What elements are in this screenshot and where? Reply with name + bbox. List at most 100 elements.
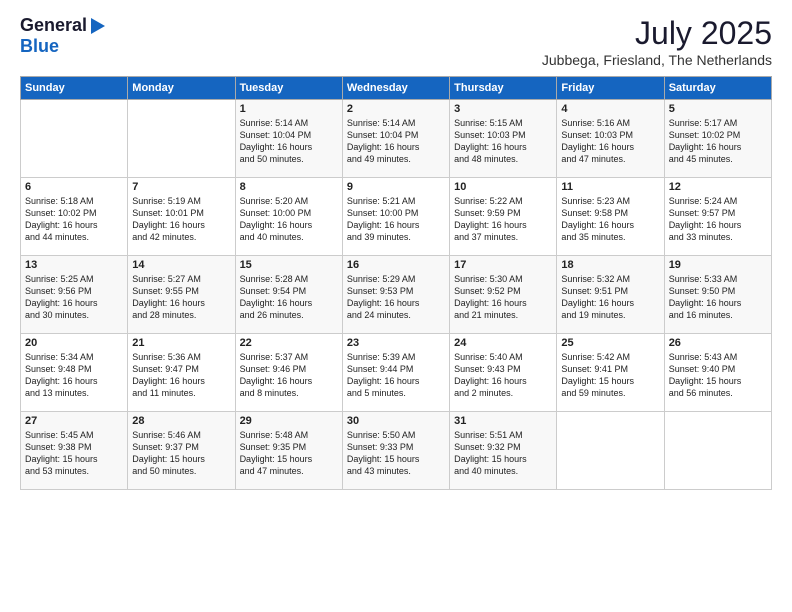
calendar-cell: 7 Sunrise: 5:19 AM Sunset: 10:01 PM Dayli… [128, 178, 235, 256]
day-number: 22 [240, 337, 338, 349]
calendar-cell [128, 100, 235, 178]
day-number: 30 [347, 415, 445, 427]
calendar-page: General Blue July 2025 Jubbega, Frieslan… [0, 0, 792, 612]
calendar-cell: 24 Sunrise: 5:40 AM Sunset: 9:43 PM Dayli… [450, 334, 557, 412]
cell-sun-info: Sunrise: 5:18 AM Sunset: 10:02 PM Daylig… [25, 195, 123, 244]
calendar-cell: 26Sunrise: 5:43 AM Sunset: 9:40 PM Dayli… [664, 334, 771, 412]
calendar-cell: 21Sunrise: 5:36 AM Sunset: 9:47 PM Dayli… [128, 334, 235, 412]
calendar-cell: 30 Sunrise: 5:50 AM Sunset: 9:33 PM Dayli… [342, 412, 449, 490]
day-number: 5 [669, 103, 767, 115]
cell-sun-info: Sunrise: 5:23 AM Sunset: 9:58 PM Dayligh… [561, 195, 659, 244]
cell-sun-info: Sunrise: 5:36 AM Sunset: 9:47 PM Dayligh… [132, 351, 230, 400]
cell-sun-info: Sunrise: 5:14 AM Sunset: 10:04 PM Daylig… [347, 117, 445, 166]
cell-sun-info: Sunrise: 5:46 AM Sunset: 9:37 PM Dayligh… [132, 429, 230, 478]
logo-general-text: General [20, 15, 87, 36]
calendar-cell: 22 Sunrise: 5:37 AM Sunset: 9:46 PM Dayli… [235, 334, 342, 412]
calendar-cell: 29 Sunrise: 5:48 AM Sunset: 9:35 PM Dayli… [235, 412, 342, 490]
day-number: 16 [347, 259, 445, 271]
calendar-cell: 15Sunrise: 5:28 AM Sunset: 9:54 PM Dayli… [235, 256, 342, 334]
cell-sun-info: Sunrise: 5:50 AM Sunset: 9:33 PM Dayligh… [347, 429, 445, 478]
cell-sun-info: Sunrise: 5:19 AM Sunset: 10:01 PM Daylig… [132, 195, 230, 244]
cell-sun-info: Sunrise: 5:34 AM Sunset: 9:48 PM Dayligh… [25, 351, 123, 400]
cell-sun-info: Sunrise: 5:17 AM Sunset: 10:02 PM Daylig… [669, 117, 767, 166]
day-number: 25 [561, 337, 659, 349]
calendar-table: SundayMondayTuesdayWednesdayThursdayFrid… [20, 76, 772, 490]
cell-sun-info: Sunrise: 5:24 AM Sunset: 9:57 PM Dayligh… [669, 195, 767, 244]
day-number: 9 [347, 181, 445, 193]
day-number: 31 [454, 415, 552, 427]
day-number: 17 [454, 259, 552, 271]
cell-sun-info: Sunrise: 5:48 AM Sunset: 9:35 PM Dayligh… [240, 429, 338, 478]
cell-sun-info: Sunrise: 5:16 AM Sunset: 10:03 PM Daylig… [561, 117, 659, 166]
cell-sun-info: Sunrise: 5:15 AM Sunset: 10:03 PM Daylig… [454, 117, 552, 166]
calendar-cell: 13 Sunrise: 5:25 AM Sunset: 9:56 PM Dayli… [21, 256, 128, 334]
weekday-header: Monday [128, 77, 235, 100]
calendar-week-row: 6 Sunrise: 5:18 AM Sunset: 10:02 PM Dayli… [21, 178, 772, 256]
calendar-cell: 8 Sunrise: 5:20 AM Sunset: 10:00 PM Dayli… [235, 178, 342, 256]
cell-sun-info: Sunrise: 5:33 AM Sunset: 9:50 PM Dayligh… [669, 273, 767, 322]
cell-sun-info: Sunrise: 5:21 AM Sunset: 10:00 PM Daylig… [347, 195, 445, 244]
day-number: 2 [347, 103, 445, 115]
day-number: 8 [240, 181, 338, 193]
day-number: 4 [561, 103, 659, 115]
day-number: 27 [25, 415, 123, 427]
header: General Blue July 2025 Jubbega, Frieslan… [20, 15, 772, 68]
calendar-week-row: 27 Sunrise: 5:45 AM Sunset: 9:38 PM Dayli… [21, 412, 772, 490]
calendar-cell: 10 Sunrise: 5:22 AM Sunset: 9:59 PM Dayli… [450, 178, 557, 256]
calendar-cell: 23 Sunrise: 5:39 AM Sunset: 9:44 PM Dayli… [342, 334, 449, 412]
cell-sun-info: Sunrise: 5:51 AM Sunset: 9:32 PM Dayligh… [454, 429, 552, 478]
cell-sun-info: Sunrise: 5:40 AM Sunset: 9:43 PM Dayligh… [454, 351, 552, 400]
day-number: 6 [25, 181, 123, 193]
cell-sun-info: Sunrise: 5:37 AM Sunset: 9:46 PM Dayligh… [240, 351, 338, 400]
calendar-cell: 19 Sunrise: 5:33 AM Sunset: 9:50 PM Dayli… [664, 256, 771, 334]
day-number: 20 [25, 337, 123, 349]
calendar-cell: 6 Sunrise: 5:18 AM Sunset: 10:02 PM Dayli… [21, 178, 128, 256]
day-number: 10 [454, 181, 552, 193]
cell-sun-info: Sunrise: 5:20 AM Sunset: 10:00 PM Daylig… [240, 195, 338, 244]
weekday-header: Saturday [664, 77, 771, 100]
calendar-cell: 31 Sunrise: 5:51 AM Sunset: 9:32 PM Dayli… [450, 412, 557, 490]
cell-sun-info: Sunrise: 5:28 AM Sunset: 9:54 PM Dayligh… [240, 273, 338, 322]
day-number: 23 [347, 337, 445, 349]
calendar-cell: 25 Sunrise: 5:42 AM Sunset: 9:41 PM Dayli… [557, 334, 664, 412]
cell-sun-info: Sunrise: 5:32 AM Sunset: 9:51 PM Dayligh… [561, 273, 659, 322]
logo: General Blue [20, 15, 105, 57]
logo-arrow-icon [91, 18, 105, 34]
day-number: 19 [669, 259, 767, 271]
calendar-week-row: 20 Sunrise: 5:34 AM Sunset: 9:48 PM Dayli… [21, 334, 772, 412]
cell-sun-info: Sunrise: 5:39 AM Sunset: 9:44 PM Dayligh… [347, 351, 445, 400]
day-number: 12 [669, 181, 767, 193]
calendar-cell [557, 412, 664, 490]
weekday-header: Tuesday [235, 77, 342, 100]
calendar-cell: 28Sunrise: 5:46 AM Sunset: 9:37 PM Dayli… [128, 412, 235, 490]
day-number: 18 [561, 259, 659, 271]
cell-sun-info: Sunrise: 5:45 AM Sunset: 9:38 PM Dayligh… [25, 429, 123, 478]
calendar-week-row: 13 Sunrise: 5:25 AM Sunset: 9:56 PM Dayli… [21, 256, 772, 334]
day-number: 29 [240, 415, 338, 427]
calendar-cell: 12 Sunrise: 5:24 AM Sunset: 9:57 PM Dayli… [664, 178, 771, 256]
day-number: 7 [132, 181, 230, 193]
cell-sun-info: Sunrise: 5:30 AM Sunset: 9:52 PM Dayligh… [454, 273, 552, 322]
day-number: 24 [454, 337, 552, 349]
calendar-cell: 14 Sunrise: 5:27 AM Sunset: 9:55 PM Dayli… [128, 256, 235, 334]
calendar-cell: 1Sunrise: 5:14 AM Sunset: 10:04 PM Dayli… [235, 100, 342, 178]
header-row: SundayMondayTuesdayWednesdayThursdayFrid… [21, 77, 772, 100]
cell-sun-info: Sunrise: 5:22 AM Sunset: 9:59 PM Dayligh… [454, 195, 552, 244]
calendar-cell: 5 Sunrise: 5:17 AM Sunset: 10:02 PM Dayli… [664, 100, 771, 178]
calendar-cell: 9 Sunrise: 5:21 AM Sunset: 10:00 PM Dayli… [342, 178, 449, 256]
cell-sun-info: Sunrise: 5:42 AM Sunset: 9:41 PM Dayligh… [561, 351, 659, 400]
calendar-cell: 3Sunrise: 5:15 AM Sunset: 10:03 PM Dayli… [450, 100, 557, 178]
location-text: Jubbega, Friesland, The Netherlands [542, 52, 772, 68]
cell-sun-info: Sunrise: 5:25 AM Sunset: 9:56 PM Dayligh… [25, 273, 123, 322]
day-number: 14 [132, 259, 230, 271]
day-number: 13 [25, 259, 123, 271]
calendar-cell: 20 Sunrise: 5:34 AM Sunset: 9:48 PM Dayli… [21, 334, 128, 412]
weekday-header: Thursday [450, 77, 557, 100]
calendar-cell: 2 Sunrise: 5:14 AM Sunset: 10:04 PM Dayli… [342, 100, 449, 178]
cell-sun-info: Sunrise: 5:27 AM Sunset: 9:55 PM Dayligh… [132, 273, 230, 322]
day-number: 11 [561, 181, 659, 193]
calendar-cell: 16Sunrise: 5:29 AM Sunset: 9:53 PM Dayli… [342, 256, 449, 334]
calendar-cell: 27 Sunrise: 5:45 AM Sunset: 9:38 PM Dayli… [21, 412, 128, 490]
calendar-week-row: 1Sunrise: 5:14 AM Sunset: 10:04 PM Dayli… [21, 100, 772, 178]
cell-sun-info: Sunrise: 5:14 AM Sunset: 10:04 PM Daylig… [240, 117, 338, 166]
